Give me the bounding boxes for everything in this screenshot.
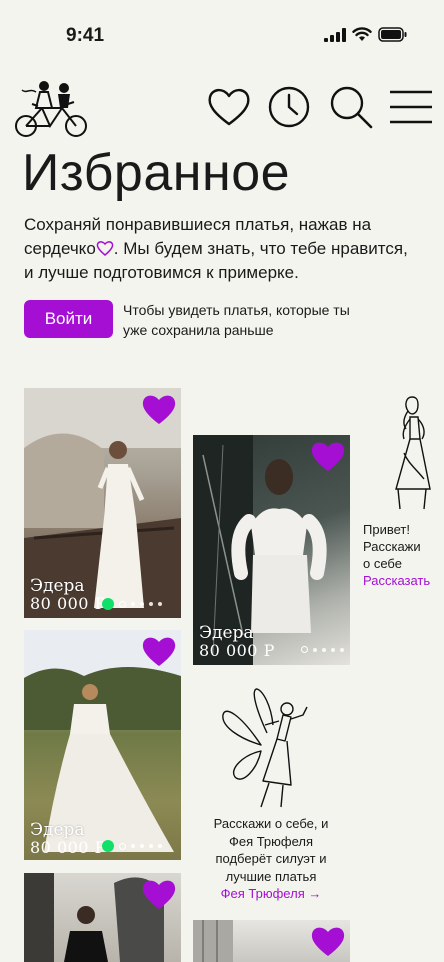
fairy-truffle-link[interactable]: Фея Трюфеля → [206,885,336,903]
status-time: 9:41 [66,25,105,46]
search-icon[interactable] [328,84,374,130]
indicator-dot [102,598,114,610]
dress-price: 80 000 Р [30,594,106,613]
dress-name: Эдера [30,576,85,596]
carousel-dot [149,844,153,848]
favorite-heart-icon[interactable] [310,924,346,958]
indicator-dot [102,840,114,852]
carousel-dot [119,600,126,608]
favorite-heart-icon[interactable] [141,634,177,668]
favorite-heart-icon[interactable] [141,877,177,911]
dress-card[interactable] [193,920,350,962]
menu-icon[interactable] [388,84,434,130]
login-button[interactable]: Войти [24,300,113,338]
signal-icon [324,27,346,42]
dress-price: 80 000 Р [30,838,106,857]
carousel-dot [322,647,326,652]
fairy-promo: Расскажи о себе, и Фея Трюфеля подберёт … [206,815,336,903]
carousel-dot [313,647,317,652]
carousel-dot [340,647,344,652]
history-clock-icon[interactable] [266,84,312,130]
carousel-dot [131,844,135,848]
fairy-illustration-icon [222,688,308,808]
carousel-dot [119,842,126,850]
wifi-icon [352,27,372,41]
favorites-heart-icon[interactable] [206,84,252,130]
carousel-dot [149,602,153,606]
favorite-heart-icon[interactable] [141,392,177,426]
login-hint: Чтобы увидеть платья, которые ты уже сох… [123,302,350,338]
favorite-heart-icon[interactable] [310,439,346,473]
dress-card[interactable]: Эдера 80 000 Р [24,388,181,618]
dress-name: Эдера [199,623,254,643]
dress-price: 80 000 Р [199,641,275,660]
battery-icon [378,27,407,42]
dress-card[interactable]: Эдера 80 000 Р [193,435,350,665]
carousel-dots [102,840,162,852]
promo-line: Привет! [363,522,410,537]
header [0,70,444,140]
promo-line: о себе [363,556,402,571]
status-bar: 9:41 [0,0,444,70]
status-icons [324,27,408,42]
promo-line: Расскажи [363,539,421,554]
inline-heart-icon [96,241,114,256]
questionnaire-promo: Привет! Расскажи о себе Рассказать [363,521,443,589]
carousel-dot [301,646,308,653]
intro-text: Сохраняй понравившиеся платья, нажав на … [24,213,414,285]
fairy-promo-text: Расскажи о себе, и Фея Трюфеля подберёт … [213,816,329,884]
carousel-dot [140,602,144,606]
carousel-dot [140,844,144,848]
page-title: Избранное [22,144,291,202]
carousel-dot [158,602,162,606]
carousel-dot [131,602,135,606]
tell-about-yourself-link[interactable]: Рассказать [363,572,443,589]
bride-illustration-icon [395,396,431,510]
dress-card[interactable]: Эдера 80 000 Р [24,630,181,860]
carousel-dot [331,647,335,652]
carousel-dot [158,844,162,848]
dress-name: Эдера [30,820,85,840]
dress-card[interactable] [24,873,181,962]
carousel-dots [102,598,162,610]
carousel-dots [301,646,344,653]
tandem-bicycle-logo[interactable] [12,78,92,138]
